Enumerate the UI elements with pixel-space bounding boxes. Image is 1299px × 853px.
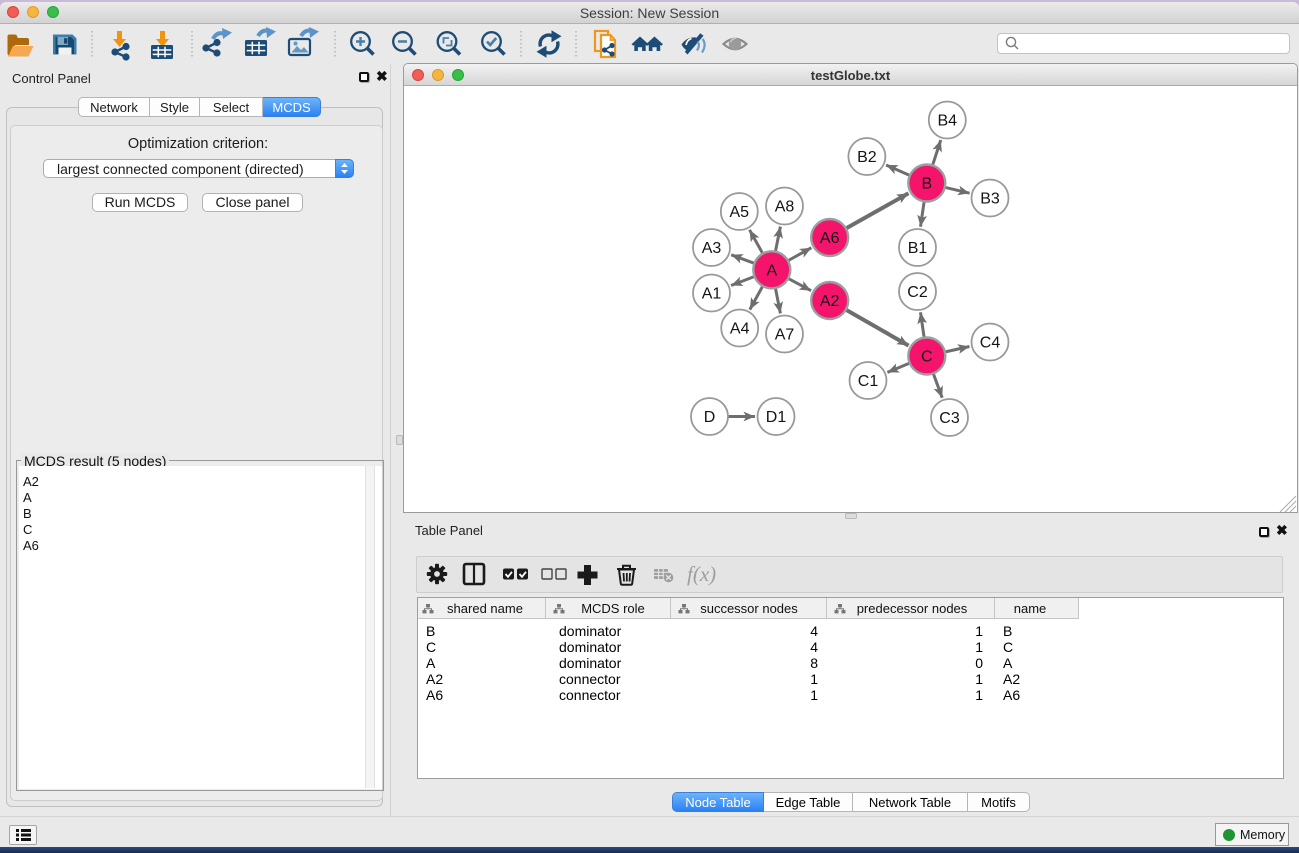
svg-text:B2: B2 [857,149,877,166]
svg-text:C3: C3 [939,410,960,427]
svg-text:C4: C4 [980,335,1001,352]
svg-text:shared name: shared name [447,601,523,616]
svg-text:C: C [921,349,933,366]
svg-text:B3: B3 [980,191,1000,208]
svg-text:A8: A8 [775,199,795,216]
svg-text:MCDS role: MCDS role [581,601,645,616]
svg-text:B1: B1 [908,240,928,257]
svg-text:D: D [704,409,716,426]
svg-text:f(x): f(x) [687,562,716,586]
svg-text:A2: A2 [820,293,840,310]
svg-text:A5: A5 [730,204,750,221]
svg-text:C1: C1 [858,373,879,390]
svg-text:A3: A3 [702,240,722,257]
svg-text:A: A [766,262,777,279]
svg-text:D1: D1 [766,409,787,426]
svg-text:B: B [921,176,932,193]
svg-text:B4: B4 [938,113,958,130]
svg-text:A4: A4 [730,321,750,338]
svg-text:name: name [1014,601,1047,616]
svg-text:C2: C2 [907,284,928,301]
svg-text:A1: A1 [702,286,722,303]
svg-text:successor nodes: successor nodes [700,601,798,616]
svg-text:A7: A7 [775,327,795,344]
svg-text:predecessor nodes: predecessor nodes [857,601,968,616]
svg-text:A6: A6 [820,230,840,247]
